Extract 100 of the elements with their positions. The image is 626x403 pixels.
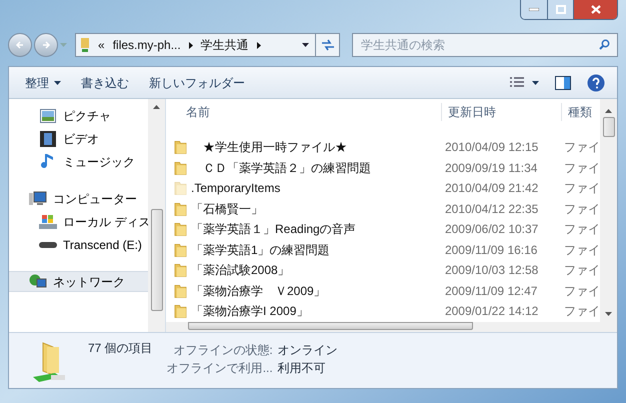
folder-icon	[174, 221, 187, 238]
folder-icon	[174, 200, 187, 217]
property-label: オフラインで利用...	[166, 360, 273, 377]
scrollbar[interactable]	[600, 99, 617, 322]
property-value: オンライン	[278, 342, 338, 359]
nav-label: ビデオ	[63, 130, 99, 148]
chevron-right-icon	[188, 42, 193, 48]
toolbar-button[interactable]: 新しいフォルダー	[139, 70, 255, 94]
file-type: ファイ	[563, 303, 600, 320]
file-row[interactable]: 「薬治試験2008」 2009/10/03 12:58 ファイ	[166, 260, 600, 280]
folder-icon	[174, 303, 187, 320]
nav-item[interactable]: ピクチャ	[9, 105, 148, 126]
file-row[interactable]: 「薬物治療学 Ｖ2009」 2009/11/09 12:47 ファイ	[166, 280, 600, 301]
nav-item[interactable]: ネットワーク	[9, 271, 148, 292]
nav-item[interactable]: Transcend (E:)	[9, 234, 148, 255]
caret-icon	[532, 80, 539, 84]
list-view-icon	[510, 76, 524, 88]
back-arrow-icon	[15, 40, 25, 50]
scrollbar[interactable]	[148, 99, 165, 332]
property-label: オフラインの状態:	[172, 342, 273, 359]
folder-icon	[174, 262, 187, 278]
scrollbar[interactable]	[166, 322, 617, 332]
file-row[interactable]: 「薬物治療学I 2009」 2009/01/22 14:12 ファイ	[166, 301, 600, 322]
file-name: 「薬物治療学 Ｖ2009」	[190, 282, 327, 300]
file-type: ファイ	[563, 221, 600, 238]
column-header[interactable]: 名前	[166, 103, 441, 121]
forward-arrow-icon	[41, 40, 51, 50]
nav-label: ミュージック	[63, 154, 135, 170]
nav-item[interactable]: ミュージック	[9, 151, 148, 172]
refresh-arrows-icon	[320, 39, 334, 51]
toolbar-button[interactable]: 整理	[15, 70, 71, 94]
file-name: 「石橋賢一」	[190, 200, 264, 218]
file-name: ★学生使用一時ファイル★	[202, 139, 348, 156]
nav-item[interactable]: ビデオ	[9, 128, 148, 149]
file-row[interactable]: .TemporaryItems 2010/04/09 21:42 ファイ	[166, 178, 600, 198]
modified-date: 2009/10/03 12:58	[444, 262, 540, 280]
forward-button[interactable]	[34, 33, 58, 57]
scroll-up-icon	[153, 105, 160, 109]
breadcrumb[interactable]: «	[98, 36, 105, 54]
folder-icon	[174, 282, 187, 299]
nav-item[interactable]: ローカル ディス	[9, 211, 148, 232]
network-folder-icon	[80, 37, 90, 53]
file-row[interactable]: ＣＤ「薬学英語２」の練習問題 2009/09/19 11:34 ファイ	[166, 158, 600, 178]
file-name: 「薬学英語1」の練習問題	[190, 242, 331, 259]
modified-date: 2009/06/02 10:37	[444, 221, 540, 238]
file-type: ファイ	[563, 160, 600, 177]
file-type: ファイ	[563, 262, 600, 280]
music-note-icon	[41, 152, 55, 170]
file-row[interactable]: 「石橋賢一」 2010/04/12 22:35 ファイ	[166, 198, 600, 219]
modified-date: 2009/11/09 12:47	[444, 282, 538, 300]
scroll-down-icon	[605, 312, 612, 316]
folder-icon	[174, 180, 187, 196]
nav-label: ローカル ディス	[63, 214, 150, 230]
modified-date: 2010/04/09 12:15	[444, 139, 540, 156]
address-bar[interactable]: « files.my-ph... 学生共通	[75, 33, 340, 57]
maximize-button[interactable]	[547, 0, 573, 19]
breadcrumb[interactable]: files.my-ph...	[112, 36, 181, 54]
caret-icon	[54, 80, 61, 84]
nav-label: Transcend (E:)	[63, 236, 142, 254]
dropdown-caret-icon	[302, 43, 309, 47]
picture-frame-icon	[40, 108, 56, 122]
file-name: 「薬物治療学I 2009」	[190, 303, 310, 320]
file-row[interactable]: ★学生使用一時ファイル★ 2010/04/09 12:15 ファイ	[166, 137, 600, 158]
toolbar-button[interactable]: 書き込む	[71, 70, 139, 94]
scroll-thumb[interactable]	[150, 209, 162, 311]
file-row[interactable]: 「薬学英語１」Readingの音声 2009/06/02 10:37 ファイ	[166, 219, 600, 240]
maximize-icon	[556, 5, 566, 14]
property-value: 利用不可	[278, 360, 327, 377]
network-icon	[29, 274, 47, 290]
chevron-right-icon	[256, 42, 261, 48]
modified-date: 2009/01/22 14:12	[444, 303, 540, 320]
file-name: .TemporaryItems	[190, 180, 282, 198]
file-type: ファイ	[563, 242, 600, 259]
close-button[interactable]	[573, 0, 617, 19]
file-row[interactable]: 「薬学英語1」の練習問題 2009/11/09 16:16 ファイ	[166, 240, 600, 260]
preview-pane-icon	[555, 76, 571, 90]
file-name: 「薬学英語１」Readingの音声	[190, 221, 357, 238]
scroll-thumb[interactable]	[188, 322, 473, 330]
close-icon	[590, 5, 600, 14]
scroll-thumb[interactable]	[602, 117, 614, 137]
computer-icon	[29, 190, 47, 206]
nav-item[interactable]: コンピューター	[9, 188, 148, 209]
nav-label: ネットワーク	[53, 274, 125, 290]
film-icon	[40, 130, 56, 146]
nav-label: ピクチャ	[63, 108, 111, 124]
disk-drive-icon	[39, 214, 57, 230]
file-type: ファイ	[563, 180, 600, 198]
file-name: 「薬治試験2008」	[190, 262, 291, 280]
search-icon	[599, 39, 610, 50]
breadcrumb[interactable]: 学生共通	[200, 36, 249, 54]
modified-date: 2010/04/12 22:35	[444, 200, 540, 218]
search-field[interactable]: 学生共通の検索	[352, 33, 618, 57]
modified-date: 2009/11/09 16:16	[444, 242, 538, 259]
file-type: ファイ	[563, 139, 600, 156]
back-button[interactable]	[8, 33, 32, 57]
column-header[interactable]: 更新日時	[441, 103, 561, 121]
modified-date: 2009/09/19 11:34	[444, 160, 538, 177]
removable-drive-icon	[39, 240, 57, 248]
minimize-button[interactable]	[521, 0, 547, 19]
folder-icon	[174, 160, 187, 176]
